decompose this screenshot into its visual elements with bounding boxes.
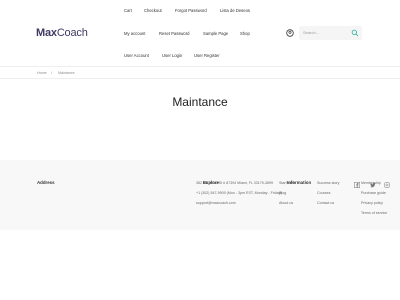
nav-lista-de-deseos[interactable]: Lista de Deseos bbox=[220, 8, 250, 13]
breadcrumb: Home / Maintance bbox=[0, 67, 400, 79]
nav-user-account[interactable]: User Account bbox=[124, 53, 149, 58]
footer-address-heading: Address bbox=[37, 180, 55, 185]
nav-user-register[interactable]: User Register bbox=[194, 53, 220, 58]
footer-information-heading: Information bbox=[287, 180, 312, 185]
site-logo[interactable]: MaxCoach bbox=[36, 27, 88, 39]
footer-explore-about-us[interactable]: About us bbox=[279, 201, 293, 205]
logo-coach: Coach bbox=[56, 27, 88, 39]
footer-address-line-2: +1 (302) 547-9909 (Mon - 3pm EST, Monday… bbox=[196, 191, 282, 195]
nav-reset-password[interactable]: Reset Password bbox=[159, 31, 190, 36]
page-title: Maintance bbox=[172, 95, 228, 109]
search-box[interactable]: Search... bbox=[299, 26, 362, 40]
footer: Address 382 NE 191st St # 87394 Miami, F… bbox=[0, 160, 400, 230]
twitter-icon[interactable] bbox=[370, 182, 376, 188]
footer-contact-us[interactable]: Contact us bbox=[317, 201, 334, 205]
logo-max: Max bbox=[36, 27, 57, 39]
facebook-icon[interactable] bbox=[354, 182, 360, 188]
footer-email[interactable]: support@maxcoach.com bbox=[196, 201, 236, 205]
user-icon[interactable] bbox=[286, 29, 294, 37]
search-input[interactable]: Search... bbox=[303, 30, 319, 35]
nav-forgot-password[interactable]: Forgot Password bbox=[175, 8, 207, 13]
footer-success-story[interactable]: Success story bbox=[317, 181, 339, 185]
breadcrumb-separator: / bbox=[51, 71, 52, 75]
nav-user-login[interactable]: User Login bbox=[162, 53, 182, 58]
nav-shop[interactable]: Shop bbox=[240, 31, 250, 36]
instagram-icon[interactable] bbox=[384, 182, 390, 188]
nav-sample-page[interactable]: Sample Page bbox=[203, 31, 228, 36]
footer-explore-blog[interactable]: Blog bbox=[279, 191, 286, 195]
footer-privacy-policy[interactable]: Privacy policy bbox=[361, 201, 383, 205]
nav-cart[interactable]: Cart bbox=[124, 8, 132, 13]
footer-purchase-guide[interactable]: Purchase guide bbox=[361, 191, 386, 195]
nav-checkout[interactable]: Checkout bbox=[144, 8, 162, 13]
footer-explore-heading: Explore bbox=[203, 180, 220, 185]
search-icon[interactable] bbox=[351, 29, 359, 37]
nav-my-account[interactable]: My account bbox=[124, 31, 145, 36]
footer-terms-of-service[interactable]: Terms of service bbox=[361, 211, 387, 215]
breadcrumb-home[interactable]: Home bbox=[37, 71, 47, 75]
footer-courses[interactable]: Courses bbox=[317, 191, 330, 195]
breadcrumb-current: Maintance bbox=[58, 71, 75, 75]
